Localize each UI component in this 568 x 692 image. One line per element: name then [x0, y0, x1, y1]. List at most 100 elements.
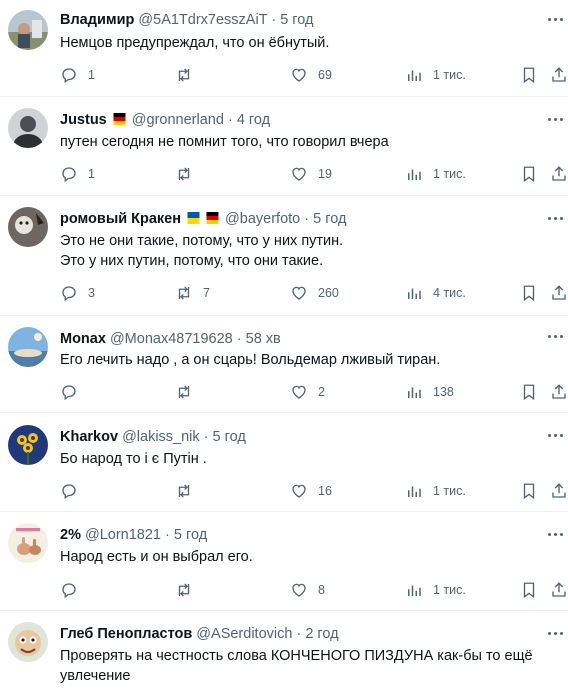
share-button[interactable] — [550, 480, 568, 502]
like-button[interactable]: 8 — [290, 579, 325, 601]
share-button[interactable] — [550, 381, 568, 403]
user-handle[interactable]: @gronnerland — [132, 112, 224, 128]
avatar[interactable] — [8, 108, 48, 148]
views-count: 1 тис. — [433, 167, 466, 181]
user-handle[interactable]: @5A1Tdrx7esszAiT — [138, 12, 267, 28]
avatar[interactable] — [8, 327, 48, 367]
tweet-text-line: Его лечить надо , а он сцарь! Вольдемар … — [60, 352, 441, 368]
tweet[interactable]: ромовый Кракен @bayerfoto · 5 год Это не… — [0, 196, 568, 316]
avatar[interactable] — [8, 425, 48, 465]
share-button[interactable] — [550, 282, 568, 304]
like-button[interactable]: 260 — [290, 282, 339, 304]
germany-flag-icon — [111, 113, 128, 125]
reply-feed: Владимир @5A1Tdrx7esszAiT · 5 год Немцов… — [0, 0, 568, 692]
more-icon[interactable] — [548, 18, 564, 22]
timestamp[interactable]: 5 год — [313, 211, 346, 227]
timestamp[interactable]: 58 хв — [246, 331, 281, 347]
display-name[interactable]: Monax — [60, 331, 106, 347]
views-button[interactable]: 1 тис. — [405, 64, 466, 86]
tweet-text-line: увлечение — [60, 667, 131, 684]
reply-button[interactable]: 1 — [60, 64, 95, 86]
retweet-button[interactable] — [175, 381, 203, 403]
like-button[interactable]: 16 — [290, 480, 332, 502]
share-button[interactable] — [550, 163, 568, 185]
like-button[interactable]: 2 — [290, 381, 325, 403]
reply-button[interactable] — [60, 480, 88, 502]
views-icon — [405, 165, 423, 183]
user-handle[interactable]: @Lorn1821 — [85, 527, 161, 543]
share-button[interactable] — [550, 579, 568, 601]
like-button[interactable]: 69 — [290, 64, 332, 86]
more-icon[interactable] — [548, 632, 564, 636]
timestamp[interactable]: 2 год — [305, 626, 338, 642]
views-button[interactable]: 138 — [405, 381, 454, 403]
tweet[interactable]: 2% @Lorn1821 · 5 год Народ есть и он выб… — [0, 512, 568, 611]
retweet-icon — [175, 383, 193, 401]
avatar[interactable] — [8, 622, 48, 662]
display-name[interactable]: ромовый Кракен — [60, 211, 181, 227]
user-handle[interactable]: @ASerditovich — [196, 626, 292, 642]
views-count: 4 тис. — [433, 286, 466, 300]
views-button[interactable]: 1 тис. — [405, 579, 466, 601]
retweet-button[interactable] — [175, 163, 203, 185]
tweet[interactable]: Justus @gronnerland · 4 год путен сегодн… — [0, 97, 568, 196]
bookmark-icon — [520, 66, 538, 84]
reply-icon — [60, 482, 78, 500]
more-icon[interactable] — [548, 434, 564, 438]
avatar[interactable] — [8, 207, 48, 247]
user-handle[interactable]: @Monax48719628 — [110, 331, 233, 347]
retweet-button[interactable] — [175, 64, 203, 86]
bookmark-button[interactable] — [520, 163, 538, 185]
avatar[interactable] — [8, 10, 48, 50]
bookmark-button[interactable] — [520, 64, 538, 86]
views-count: 138 — [433, 385, 454, 399]
bookmark-button[interactable] — [520, 282, 538, 304]
ukraine-flag-icon — [185, 212, 202, 224]
reply-button[interactable] — [60, 381, 88, 403]
user-handle[interactable]: @lakiss_nik — [122, 429, 200, 445]
tweet[interactable]: Kharkov @lakiss_nik · 5 год Бо народ то … — [0, 413, 568, 512]
views-button[interactable]: 1 тис. — [405, 163, 466, 185]
more-icon[interactable] — [548, 533, 564, 537]
retweet-button[interactable] — [175, 480, 203, 502]
bookmark-button[interactable] — [520, 579, 538, 601]
reply-button[interactable]: 3 — [60, 282, 95, 304]
separator: · — [236, 331, 242, 347]
tweet[interactable]: Monax @Monax48719628 · 58 хв Его лечить … — [0, 316, 568, 413]
share-button[interactable] — [550, 64, 568, 86]
more-icon[interactable] — [548, 118, 564, 122]
share-icon — [550, 284, 568, 302]
display-name[interactable]: Kharkov — [60, 429, 118, 445]
tweet[interactable]: Глеб Пенопластов @ASerditovich · 2 год П… — [0, 611, 568, 692]
timestamp[interactable]: 5 год — [174, 527, 207, 543]
tweet-text: путен сегодня не помнит того, что говори… — [60, 133, 560, 153]
reply-icon — [60, 581, 78, 599]
more-icon[interactable] — [548, 217, 564, 221]
like-count: 16 — [318, 484, 332, 498]
display-name[interactable]: Глеб Пенопластов — [60, 626, 192, 642]
tweet[interactable]: Владимир @5A1Tdrx7esszAiT · 5 год Немцов… — [0, 0, 568, 97]
retweet-button[interactable] — [175, 579, 203, 601]
like-count: 19 — [318, 167, 332, 181]
user-handle[interactable]: @bayerfoto — [225, 211, 300, 227]
display-name[interactable]: Justus — [60, 112, 107, 128]
action-bar: 8 1 тис. — [0, 579, 568, 601]
bookmark-button[interactable] — [520, 480, 538, 502]
avatar[interactable] — [8, 523, 48, 563]
views-button[interactable]: 4 тис. — [405, 282, 466, 304]
reply-button[interactable]: 1 — [60, 163, 95, 185]
display-name[interactable]: Владимир — [60, 12, 134, 28]
retweet-button[interactable]: 7 — [175, 282, 210, 304]
display-name[interactable]: 2% — [60, 527, 81, 543]
like-button[interactable]: 19 — [290, 163, 332, 185]
bookmark-button[interactable] — [520, 381, 538, 403]
timestamp[interactable]: 4 год — [237, 112, 270, 128]
timestamp[interactable]: 5 год — [280, 12, 313, 28]
like-count: 260 — [318, 286, 339, 300]
reply-button[interactable] — [60, 579, 88, 601]
tweet-text: Это не они такие, потому, что у них пути… — [60, 232, 560, 271]
like-count: 8 — [318, 583, 325, 597]
views-button[interactable]: 1 тис. — [405, 480, 466, 502]
more-icon[interactable] — [548, 335, 564, 339]
timestamp[interactable]: 5 год — [213, 429, 246, 445]
